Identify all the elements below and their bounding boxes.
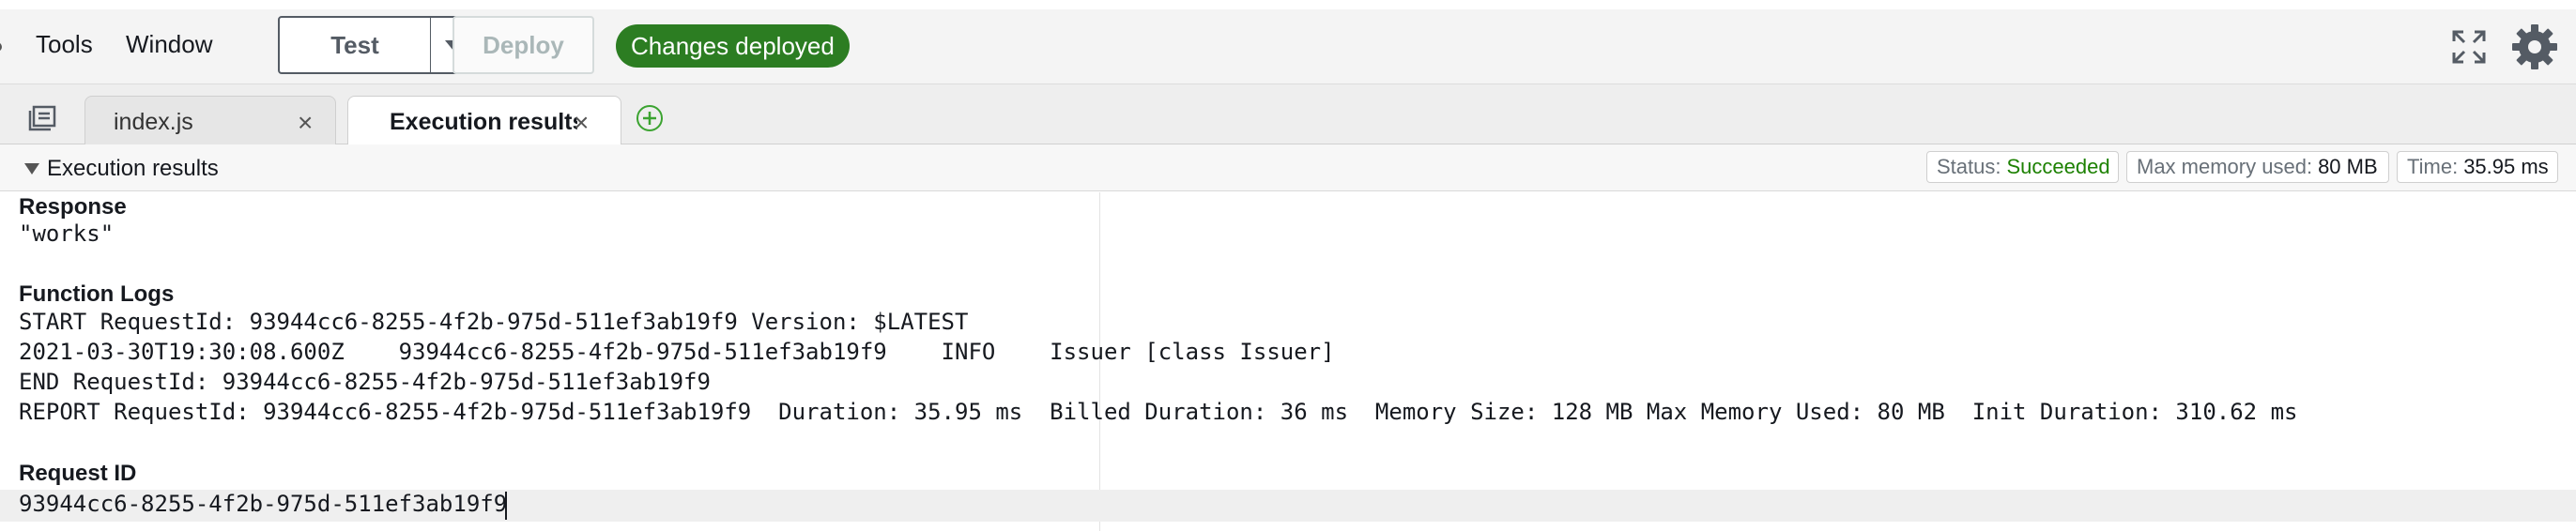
tab-execution-results[interactable]: Execution results × (347, 96, 621, 145)
expand-icon[interactable] (2450, 28, 2488, 66)
tab-label: index.js (114, 109, 193, 135)
log-line: START RequestId: 93944cc6-8255-4f2b-975d… (19, 309, 969, 335)
results-header: Execution results Status: Succeeded Max … (0, 144, 2576, 191)
status-key: Status: (1937, 155, 2001, 178)
response-heading: Response (19, 194, 127, 220)
tab-index-js[interactable]: index.js × (84, 96, 336, 144)
time-value: 35.95 ms (2463, 155, 2549, 178)
memory-key: Max memory used: (2137, 155, 2313, 178)
text-cursor (505, 492, 507, 520)
log-line: 2021-03-30T19:30:08.600Z 93944cc6-8255-4… (19, 339, 1335, 365)
close-icon[interactable]: × (298, 108, 313, 138)
function-logs-heading: Function Logs (19, 281, 175, 307)
status-value: Succeeded (2006, 155, 2110, 178)
editor-tab-bar: index.js × Execution results × (0, 84, 2576, 145)
toolbar: Tools Window Test Deploy Changes deploye… (0, 9, 2576, 84)
log-line: REPORT RequestId: 93944cc6-8255-4f2b-975… (19, 399, 2298, 425)
request-id-value[interactable]: 93944cc6-8255-4f2b-975d-511ef3ab19f9 (19, 491, 507, 517)
menu-window[interactable]: Window (126, 30, 212, 59)
add-tab-icon[interactable] (635, 103, 665, 133)
results-title[interactable]: Execution results (47, 156, 219, 182)
deploy-button[interactable]: Deploy (452, 16, 594, 74)
results-body: Response "works" Function Logs START Req… (0, 192, 2576, 531)
close-icon[interactable]: × (574, 108, 589, 138)
memory-pill: Max memory used: 80 MB (2126, 151, 2389, 183)
status-pill: Status: Succeeded (1926, 151, 2119, 183)
request-id-heading: Request ID (19, 461, 137, 486)
memory-value: 80 MB (2318, 155, 2378, 178)
deploy-status-badge: Changes deployed (616, 24, 850, 68)
gear-icon[interactable] (2510, 23, 2559, 71)
log-line: END RequestId: 93944cc6-8255-4f2b-975d-5… (19, 369, 711, 395)
time-key: Time: (2407, 155, 2459, 178)
response-value: "works" (19, 220, 115, 247)
time-pill: Time: 35.95 ms (2397, 151, 2558, 183)
menu-tools[interactable]: Tools (36, 30, 93, 59)
test-button[interactable]: Test (278, 16, 432, 74)
tab-list-icon[interactable] (28, 105, 58, 131)
menu-overflow-dot[interactable] (0, 42, 2, 52)
window-top-edge (0, 0, 2576, 9)
tab-label: Execution results (390, 109, 577, 135)
collapse-caret-icon[interactable] (24, 163, 39, 174)
